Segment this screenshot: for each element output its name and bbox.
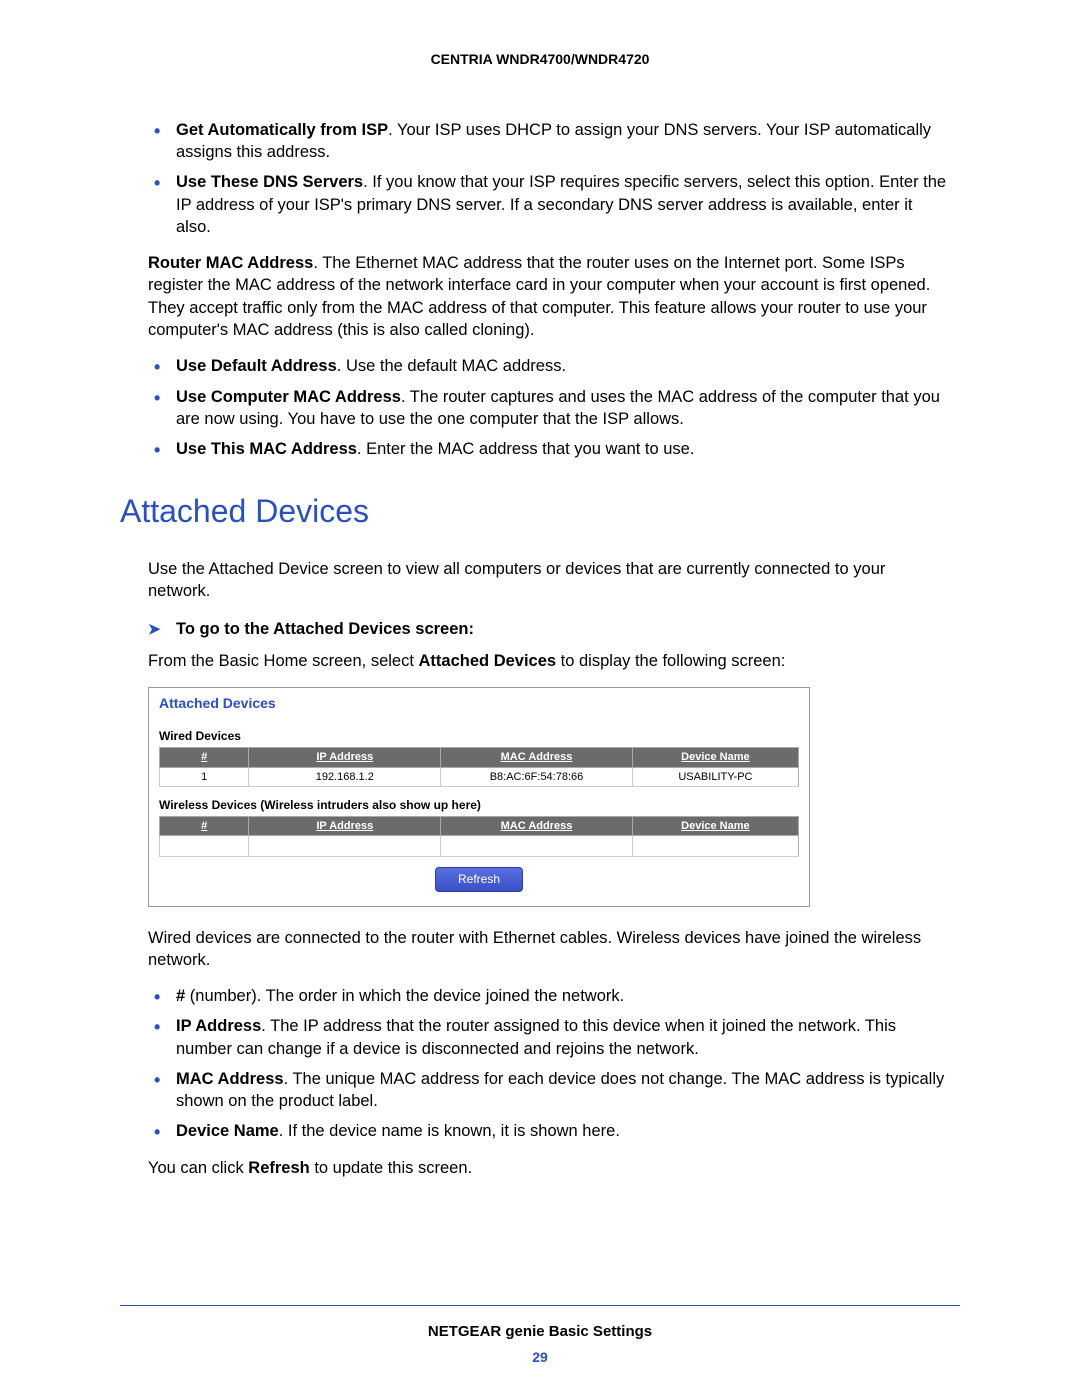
list-item: Use This MAC Address. Enter the MAC addr… <box>148 438 950 460</box>
step-bold: Attached Devices <box>419 652 557 670</box>
list-item: Device Name. If the device name is known… <box>148 1120 950 1142</box>
step-heading: To go to the Attached Devices screen: <box>148 618 950 640</box>
wired-table: # IP Address MAC Address Device Name 1 1… <box>159 747 799 788</box>
after-shot-text: Wired devices are connected to the route… <box>148 927 950 972</box>
footer-page-number: 29 <box>120 1348 960 1367</box>
list-item: IP Address. The IP address that the rout… <box>148 1015 950 1060</box>
cell-ip: 192.168.1.2 <box>249 767 441 787</box>
cell-mac: B8:AC:6F:54:78:66 <box>441 767 633 787</box>
list-item: Use These DNS Servers. If you know that … <box>148 171 950 238</box>
item-lead: Use Default Address <box>176 357 337 375</box>
fields-list: # (number). The order in which the devic… <box>148 985 950 1143</box>
item-lead: Use This MAC Address <box>176 440 357 458</box>
cell-name: USABILITY-PC <box>632 767 798 787</box>
item-rest: . The IP address that the router assigne… <box>176 1017 896 1057</box>
wireless-label: Wireless Devices (Wireless intruders als… <box>159 797 799 813</box>
list-item: Get Automatically from ISP. Your ISP use… <box>148 119 950 164</box>
item-lead: Device Name <box>176 1122 279 1140</box>
page-footer: NETGEAR genie Basic Settings 29 <box>120 1305 960 1367</box>
list-item: MAC Address. The unique MAC address for … <box>148 1068 950 1113</box>
item-rest: . The unique MAC address for each device… <box>176 1070 944 1110</box>
item-rest: . If the device name is known, it is sho… <box>279 1122 620 1140</box>
mac-list: Use Default Address. Use the default MAC… <box>148 355 950 460</box>
item-rest: . Enter the MAC address that you want to… <box>357 440 695 458</box>
attached-devices-screenshot: Attached Devices Wired Devices # IP Addr… <box>148 687 810 907</box>
col-num: # <box>160 816 249 836</box>
table-row: 1 192.168.1.2 B8:AC:6F:54:78:66 USABILIT… <box>160 767 799 787</box>
list-item: Use Computer MAC Address. The router cap… <box>148 386 950 431</box>
page-header: CENTRIA WNDR4700/WNDR4720 <box>120 50 960 69</box>
mac-paragraph: Router MAC Address. The Ethernet MAC add… <box>148 252 950 341</box>
col-mac: MAC Address <box>441 747 633 767</box>
table-header-row: # IP Address MAC Address Device Name <box>160 747 799 767</box>
col-mac: MAC Address <box>441 816 633 836</box>
step-line: From the Basic Home screen, select Attac… <box>148 650 950 672</box>
table-row <box>160 836 799 857</box>
refresh-line: You can click Refresh to update this scr… <box>148 1157 950 1179</box>
dns-list: Get Automatically from ISP. Your ISP use… <box>148 119 950 238</box>
wired-label: Wired Devices <box>159 728 799 744</box>
refresh-pre: You can click <box>148 1159 248 1177</box>
step-post: to display the following screen: <box>556 652 785 670</box>
mac-lead: Router MAC Address <box>148 254 313 272</box>
cell-num: 1 <box>160 767 249 787</box>
col-name: Device Name <box>632 816 798 836</box>
col-ip: IP Address <box>249 747 441 767</box>
table-header-row: # IP Address MAC Address Device Name <box>160 816 799 836</box>
item-rest: (number). The order in which the device … <box>185 987 624 1005</box>
item-rest: . Use the default MAC address. <box>337 357 566 375</box>
attached-intro: Use the Attached Device screen to view a… <box>148 558 950 603</box>
item-lead: # <box>176 987 185 1005</box>
col-num: # <box>160 747 249 767</box>
refresh-post: to update this screen. <box>310 1159 472 1177</box>
item-lead: MAC Address <box>176 1070 284 1088</box>
footer-title: NETGEAR genie Basic Settings <box>120 1322 960 1342</box>
item-lead: Use These DNS Servers <box>176 173 363 191</box>
section-heading-attached-devices: Attached Devices <box>120 490 950 533</box>
list-item: Use Default Address. Use the default MAC… <box>148 355 950 377</box>
wireless-table: # IP Address MAC Address Device Name <box>159 816 799 858</box>
col-ip: IP Address <box>249 816 441 836</box>
shot-title: Attached Devices <box>159 694 799 713</box>
refresh-bold: Refresh <box>248 1159 309 1177</box>
item-lead: IP Address <box>176 1017 261 1035</box>
refresh-button[interactable]: Refresh <box>435 867 523 891</box>
col-name: Device Name <box>632 747 798 767</box>
item-lead: Get Automatically from ISP <box>176 121 388 139</box>
item-lead: Use Computer MAC Address <box>176 388 401 406</box>
step-pre: From the Basic Home screen, select <box>148 652 419 670</box>
list-item: # (number). The order in which the devic… <box>148 985 950 1007</box>
